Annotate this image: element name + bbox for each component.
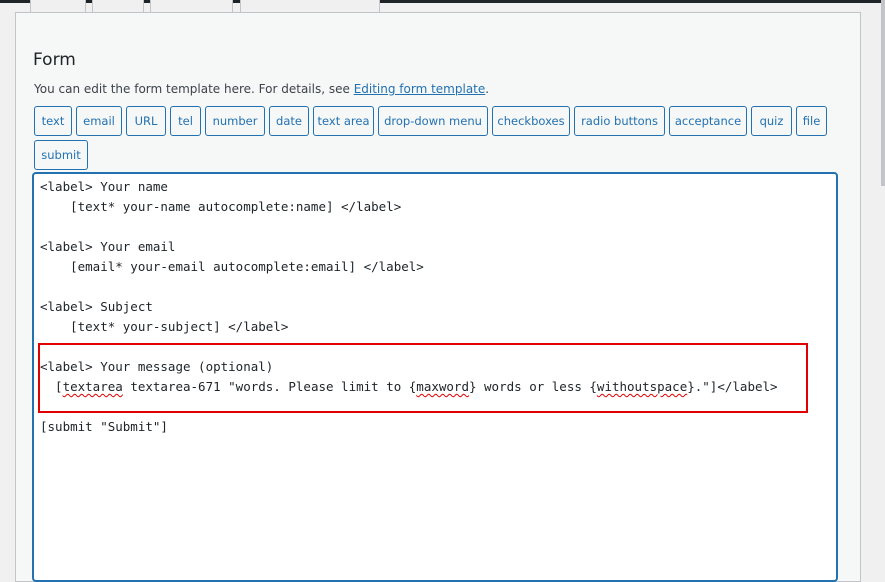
form-description: You can edit the form template here. For… (34, 82, 489, 96)
tag-button-text-area[interactable]: text area (313, 106, 374, 136)
tag-button-acceptance[interactable]: acceptance (669, 106, 747, 136)
template-line: [text* your-subject] </label> (40, 319, 289, 334)
tag-button-checkboxes[interactable]: checkboxes (492, 106, 570, 136)
template-line: [submit "Submit"] (40, 419, 168, 434)
tag-button-drop-down-menu[interactable]: drop-down menu (378, 106, 488, 136)
description-text: You can edit the form template here. For… (34, 82, 354, 96)
editing-form-template-link[interactable]: Editing form template (354, 82, 486, 96)
tag-button-text[interactable]: text (34, 106, 72, 136)
tag-button-radio-buttons[interactable]: radio buttons (574, 106, 665, 136)
template-line: <label> Your name (40, 179, 168, 194)
annotation-highlight-box (38, 343, 808, 413)
section-title: Form (33, 50, 76, 70)
tag-button-date[interactable]: date (269, 106, 309, 136)
tag-button-file[interactable]: file (796, 106, 827, 136)
tag-button-row-1: text email URL tel number date text area… (34, 106, 846, 136)
tag-generator-buttons: text email URL tel number date text area… (34, 106, 846, 174)
tag-button-submit[interactable]: submit (34, 140, 88, 170)
template-line: <label> Your email (40, 239, 176, 254)
tag-button-quiz[interactable]: quiz (751, 106, 792, 136)
template-line: [text* your-name autocomplete:name] </la… (40, 199, 402, 214)
template-line: <label> Subject (40, 299, 153, 314)
description-suffix: . (485, 82, 490, 96)
tag-button-number[interactable]: number (205, 106, 265, 136)
scrollbar[interactable] (881, 0, 885, 186)
tag-button-email[interactable]: email (76, 106, 122, 136)
tag-button-row-2: submit (34, 140, 846, 170)
tag-button-url[interactable]: URL (126, 106, 166, 136)
tag-button-tel[interactable]: tel (170, 106, 201, 136)
template-line: [email* your-email autocomplete:email] <… (40, 259, 424, 274)
